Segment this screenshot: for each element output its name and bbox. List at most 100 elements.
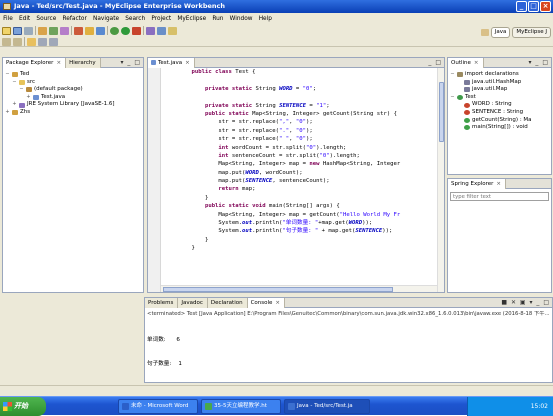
editor-panel: Test.java × _ □ public class Test { priva… — [147, 57, 445, 293]
new-server-icon[interactable] — [49, 26, 58, 35]
run-icon[interactable] — [121, 26, 130, 35]
tab-test-java[interactable]: Test.java × — [148, 58, 195, 68]
code-line: Map<String, Integer> map = getCount("Hel… — [178, 211, 436, 219]
code-token: ).length; — [316, 144, 347, 151]
debug-icon[interactable] — [110, 26, 119, 35]
expand-icon[interactable]: + — [26, 94, 31, 102]
editor-controls[interactable]: _ □ — [428, 59, 442, 66]
tree-item[interactable]: java.util.HashMap — [450, 79, 549, 87]
task-browser[interactable]: 35-5天立编程教学.ht — [201, 399, 281, 414]
open-type-icon[interactable] — [38, 26, 47, 35]
title-bar: Java - Ted/src/Test.java - MyEclipse Ent… — [0, 0, 553, 13]
code-token: "0" — [319, 152, 330, 159]
maximize-button[interactable]: □ — [528, 1, 539, 12]
tab-javadoc[interactable]: Javadoc — [178, 298, 208, 308]
code-token: System. — [178, 228, 242, 235]
code-line: map.put(WORD, wordCount); — [178, 169, 436, 177]
collapse-icon[interactable]: − — [12, 79, 17, 87]
tree-item[interactable]: − Test — [450, 94, 549, 102]
browser-icon[interactable] — [85, 26, 94, 35]
task-word[interactable]: 未命 - Microsoft Word — [118, 399, 198, 414]
close-icon[interactable]: × — [275, 300, 280, 306]
close-icon[interactable]: × — [185, 60, 190, 66]
web-icon[interactable] — [96, 26, 105, 35]
tree-item-label: Test — [465, 93, 476, 100]
open-task-icon[interactable] — [168, 26, 177, 35]
code-token: str = str.replace( — [178, 127, 280, 134]
external-tools-icon[interactable] — [132, 26, 141, 35]
tree-item[interactable]: + Test.java — [5, 94, 141, 102]
collapse-icon[interactable]: − — [450, 71, 455, 79]
open-perspective-icon[interactable] — [480, 28, 489, 36]
tab-declaration[interactable]: Declaration — [207, 298, 248, 308]
tab-spring-explorer[interactable]: Spring Explorer × — [448, 179, 507, 189]
expand-icon[interactable]: + — [12, 101, 17, 109]
eclipse-window: Java - Ted/src/Test.java - MyEclipse Ent… — [0, 0, 553, 416]
field-icon — [464, 102, 470, 108]
forward-icon[interactable] — [49, 37, 58, 46]
tree-item[interactable]: SENTENCE : String — [450, 109, 549, 117]
close-icon[interactable]: × — [496, 181, 501, 187]
tab-outline[interactable]: Outline × — [448, 58, 484, 68]
tree-item-label: main(String[]) : void — [472, 124, 528, 131]
code-area[interactable]: public class Test { private static Strin… — [178, 68, 436, 284]
close-icon[interactable]: × — [474, 60, 479, 66]
code-token: ; — [326, 102, 330, 109]
code-token: static — [228, 110, 249, 117]
new-icon[interactable] — [2, 26, 11, 35]
tab-problems[interactable]: Problems — [145, 298, 179, 308]
collapse-icon[interactable]: − — [450, 94, 455, 102]
console-controls[interactable]: ■ ✕ ▣ ▾ _ □ — [501, 299, 550, 306]
expand-icon[interactable]: + — [5, 109, 10, 117]
editor-vertical-scrollbar[interactable] — [437, 68, 444, 292]
server-icon[interactable] — [74, 26, 83, 35]
collapse-icon[interactable]: − — [5, 71, 10, 79]
view-menu-icon[interactable]: ▾ _ □ — [121, 59, 142, 66]
minimize-button[interactable]: _ — [516, 1, 527, 12]
tree-item[interactable]: − Ted — [5, 71, 141, 79]
editor-horizontal-scrollbar[interactable] — [161, 285, 437, 292]
spring-filter-input[interactable] — [450, 192, 549, 201]
tree-item[interactable]: − import declarations — [450, 71, 549, 79]
folder-icon — [19, 79, 25, 85]
new-class-icon[interactable] — [146, 26, 155, 35]
tree-item[interactable]: java.util.Map — [450, 86, 549, 94]
tree-item[interactable]: − src — [5, 79, 141, 87]
collapse-icon[interactable]: − — [19, 86, 24, 94]
code-token: SENTENCE — [245, 178, 273, 185]
prev-annotation-icon[interactable] — [13, 37, 22, 46]
code-token: sentenceCount = str.split( — [228, 152, 320, 159]
deploy-icon[interactable] — [60, 26, 69, 35]
next-annotation-icon[interactable] — [2, 37, 11, 46]
perspective-myeclipse[interactable]: MyEclipse J — [512, 26, 551, 38]
save-icon[interactable] — [13, 26, 22, 35]
tree-item[interactable]: − (default package) — [5, 86, 141, 94]
last-edit-icon[interactable] — [27, 37, 36, 46]
tree-item[interactable]: + JRE System Library [JavaSE-1.6] — [5, 101, 141, 109]
code-line: } — [178, 194, 436, 202]
close-button[interactable]: × — [540, 1, 551, 12]
tree-item[interactable]: + Zhs — [5, 109, 141, 117]
back-icon[interactable] — [38, 37, 47, 46]
code-token: ); — [306, 119, 313, 126]
start-button[interactable]: 开始 — [0, 397, 46, 416]
code-line: public static void main(String[] args) { — [178, 202, 436, 210]
tab-hierarchy[interactable]: Hierarchy — [66, 58, 101, 68]
close-icon[interactable]: × — [56, 60, 61, 66]
tree-item[interactable]: WORD : String — [450, 101, 549, 109]
code-token: "单词数量: " — [282, 220, 319, 227]
tab-package-explorer[interactable]: Package Explorer × — [3, 58, 67, 68]
code-token: ; — [312, 85, 317, 92]
tree-item[interactable]: getCount(String) : Ma — [450, 117, 549, 125]
code-token: = — [306, 102, 317, 109]
print-icon[interactable] — [24, 26, 33, 35]
task-myeclipse[interactable]: Java - Ted/src/Test.ja — [284, 399, 370, 414]
search-icon[interactable] — [157, 26, 166, 35]
outline-controls[interactable]: ▾ _ □ — [529, 59, 550, 66]
tree-item-label: import declarations — [465, 71, 519, 77]
perspective-java[interactable]: Java — [490, 26, 511, 38]
tab-console[interactable]: Console × — [247, 298, 286, 308]
tree-item[interactable]: main(String[]) : void — [450, 124, 549, 132]
